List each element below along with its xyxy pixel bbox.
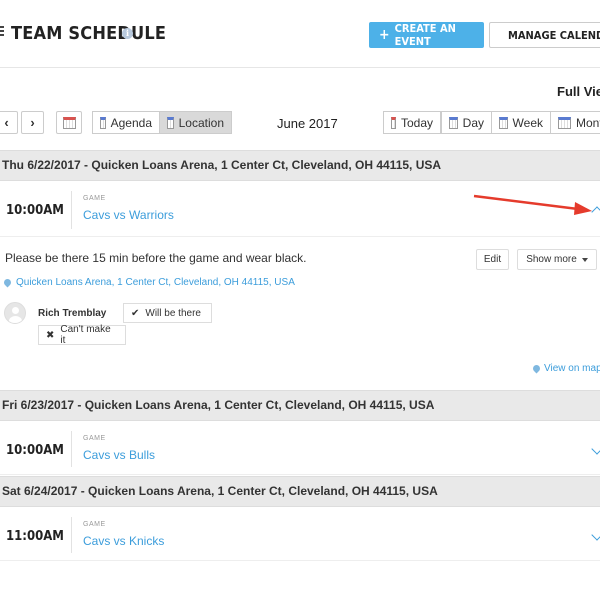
calendar-grid-icon — [558, 116, 571, 129]
edit-button[interactable]: Edit — [476, 249, 509, 270]
event-location-link[interactable]: Quicken Loans Arena, 1 Center Ct, Clevel… — [16, 277, 295, 288]
chevron-right-icon: › — [30, 115, 35, 130]
prev-button[interactable]: ‹ — [0, 111, 18, 134]
day-header: Thu 6/22/2017 - Quicken Loans Arena, 1 C… — [0, 150, 600, 181]
will-be-there-label: Will be there — [145, 307, 201, 319]
edit-label: Edit — [483, 254, 502, 265]
event-type: GAME — [83, 435, 106, 442]
cant-make-it-button[interactable]: ✖ Can't make it — [38, 324, 126, 346]
tab-location-label: Location — [178, 115, 224, 130]
divider — [71, 517, 72, 553]
event-time: 11:00AM — [6, 529, 64, 544]
calendar-grid-icon — [100, 116, 106, 129]
event-row[interactable]: 10:00AM GAME Cavs vs Warriors — [0, 181, 600, 237]
today-label: Today — [400, 115, 433, 130]
event-title-link[interactable]: Cavs vs Bulls — [83, 448, 155, 462]
next-button[interactable]: › — [21, 111, 44, 134]
current-month: June 2017 — [277, 116, 338, 131]
will-be-there-button[interactable]: ✔ Will be there — [123, 303, 212, 323]
caret-down-icon — [581, 257, 588, 262]
event-description: Please be there 15 min before the game a… — [5, 251, 307, 265]
calendar-grid-icon — [167, 116, 174, 129]
schedule-icon — [0, 26, 5, 40]
show-more-label: Show more — [526, 254, 577, 265]
chevron-down-icon[interactable] — [591, 529, 600, 541]
manage-calendar-button[interactable]: MANAGE CALENDAR — [489, 22, 600, 48]
manage-calendar-label: MANAGE CALENDAR — [508, 28, 600, 42]
chevron-left-icon: ‹ — [4, 115, 9, 130]
tab-agenda-label: Agenda — [110, 115, 152, 130]
check-icon: ✔ — [131, 307, 140, 319]
calendar-icon — [62, 116, 76, 129]
show-more-button[interactable]: Show more — [517, 249, 597, 270]
tab-month-label: Month — [576, 115, 600, 130]
info-icon[interactable]: i — [122, 28, 133, 39]
full-view-link[interactable]: Full View — [557, 84, 600, 99]
plus-icon: + — [379, 27, 390, 43]
calendar-icon — [391, 116, 396, 129]
map-pin-icon — [2, 277, 13, 288]
tab-week-label: Week — [512, 115, 543, 130]
divider — [71, 191, 72, 229]
view-on-map-link[interactable]: View on map — [531, 363, 600, 374]
x-icon: ✖ — [46, 329, 55, 341]
divider — [71, 431, 72, 467]
day-header: Fri 6/23/2017 - Quicken Loans Arena, 1 C… — [0, 390, 600, 421]
date-picker-button[interactable] — [56, 111, 82, 134]
tab-week[interactable]: Week — [491, 111, 551, 134]
tab-day-label: Day — [462, 115, 484, 130]
tab-agenda[interactable]: Agenda — [92, 111, 160, 134]
tab-month[interactable]: Month — [550, 111, 600, 134]
member-name: Rich Tremblay — [38, 308, 107, 319]
create-event-label: CREATE AN EVENT — [394, 22, 456, 48]
chevron-down-icon[interactable] — [591, 443, 600, 455]
tab-location[interactable]: Location — [159, 111, 232, 134]
page-header: TEAM SCHEDULE i + CREATE AN EVENT MANAGE… — [0, 0, 600, 68]
page-title: TEAM SCHEDULE — [11, 23, 167, 44]
event-location[interactable]: Quicken Loans Arena, 1 Center Ct, Clevel… — [2, 277, 295, 288]
tab-day[interactable]: Day — [441, 111, 492, 134]
calendar-grid-icon — [449, 116, 458, 129]
cant-make-it-label: Can't make it — [60, 324, 111, 346]
event-time: 10:00AM — [6, 203, 64, 218]
today-button[interactable]: Today — [383, 111, 441, 134]
event-row[interactable]: 10:00AM GAME Cavs vs Bulls — [0, 421, 600, 475]
event-type: GAME — [83, 195, 106, 202]
view-on-map-label: View on map — [544, 363, 600, 374]
chevron-up-icon[interactable] — [591, 206, 600, 218]
create-event-button[interactable]: + CREATE AN EVENT — [369, 22, 484, 48]
event-type: GAME — [83, 521, 106, 528]
event-time: 10:00AM — [6, 443, 64, 458]
map-pin-icon — [531, 363, 542, 374]
event-row[interactable]: 11:00AM GAME Cavs vs Knicks — [0, 507, 600, 561]
event-title-link[interactable]: Cavs vs Knicks — [83, 534, 164, 548]
day-header: Sat 6/24/2017 - Quicken Loans Arena, 1 C… — [0, 476, 600, 507]
calendar-grid-icon — [499, 116, 508, 129]
avatar — [4, 302, 26, 324]
event-title-link[interactable]: Cavs vs Warriors — [83, 208, 174, 222]
